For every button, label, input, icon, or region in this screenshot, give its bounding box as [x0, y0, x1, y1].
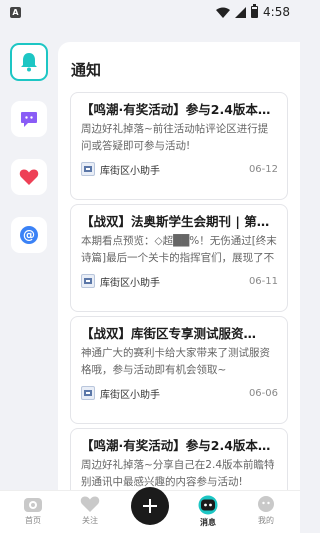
sidebar-item-messages[interactable]: [11, 101, 47, 137]
sidebar-item-likes[interactable]: [11, 159, 47, 195]
signal-icon: [235, 6, 247, 18]
notification-card[interactable]: 【战双】库街区专享测试服资… 神通广大的赛利卡给大家带来了测试服资格哦，参与活动…: [70, 316, 288, 424]
card-author: 库街区小助手: [81, 274, 160, 289]
card-body: 神通广大的赛利卡给大家带来了测试服资格哦，参与活动即有机会领取~: [81, 347, 270, 376]
author-name: 库街区小助手: [100, 277, 160, 289]
sidebar-item-mentions[interactable]: @: [11, 217, 47, 253]
card-title: 【战双】库街区专享测试服资…: [81, 326, 257, 341]
notification-card[interactable]: 【鸣潮·有奖活动】参与2.4版本… 周边好礼掉落~分享自己在2.4版本前瞻特别通…: [70, 428, 288, 490]
status-time: 4:58: [263, 5, 290, 19]
chat-icon: [21, 111, 37, 127]
svg-text:@: @: [23, 228, 35, 242]
assistant-avatar-icon: [84, 390, 92, 396]
card-footer: 库街区小助手 06-12: [81, 161, 278, 177]
card-body: 周边好礼掉落~前往活动帖评论区进行提问或答疑即可参与活动!: [81, 123, 269, 152]
sidebar-item-notifications[interactable]: [10, 43, 48, 81]
notification-card[interactable]: 【战双】法奥斯学生会期刊 | 第… 本期看点预览：◇超██%！无伤通过[终末诗篇…: [70, 204, 288, 312]
notifications-panel: 通知 【鸣潮·有奖活动】参与2.4版本… 周边好礼掉落~前往活动帖评论区进行提问…: [58, 42, 300, 490]
author-name: 库街区小助手: [100, 165, 160, 177]
home-icon: [24, 498, 42, 512]
nav-label: 我的: [258, 516, 274, 525]
nav-label: 首页: [25, 516, 41, 525]
bell-icon: [21, 53, 37, 72]
card-body: 周边好礼掉落~分享自己在2.4版本前瞻特别通讯中最感兴趣的内容参与活动!: [81, 459, 275, 488]
status-right: 4:58: [216, 4, 290, 19]
card-date: 06-11: [248, 275, 278, 287]
avatar: [81, 274, 95, 288]
plus-icon: [143, 499, 157, 513]
card-author: 库街区小助手: [81, 162, 160, 177]
assistant-avatar-icon: [84, 166, 92, 172]
card-date: 06-12: [248, 163, 278, 175]
card-body: 本期看点预览：◇超██%！无伤通过[终末诗篇]最后一个关卡的指挥官们，展现了不可…: [81, 235, 277, 264]
card-title: 【鸣潮·有奖活动】参与2.4版本…: [81, 438, 271, 453]
wifi-icon: [216, 7, 231, 18]
nav-label: 关注: [82, 516, 98, 525]
page-title: 通知: [71, 61, 102, 79]
card-title: 【战双】法奥斯学生会期刊 | 第…: [81, 214, 270, 229]
card-author: 库街区小助手: [81, 386, 160, 401]
nav-follow[interactable]: 关注: [70, 495, 110, 531]
nav-home[interactable]: 首页: [13, 495, 53, 531]
heart-icon: [19, 169, 39, 185]
nav-messages[interactable]: 消息: [188, 495, 228, 531]
status-bar: A 4:58: [0, 0, 300, 24]
sim-icon: A: [10, 6, 21, 18]
status-left: A: [10, 6, 21, 18]
nav-profile[interactable]: 我的: [246, 495, 286, 531]
create-post-button[interactable]: [131, 487, 169, 525]
avatar: [81, 162, 95, 176]
battery-icon: [251, 4, 259, 18]
sidebar: @: [0, 24, 58, 490]
profile-icon: [258, 496, 274, 512]
assistant-avatar-icon: [84, 278, 92, 284]
avatar: [81, 386, 95, 400]
at-icon: @: [20, 226, 38, 244]
card-date: 06-06: [248, 387, 278, 399]
heart-icon: [80, 496, 100, 512]
message-icon: [198, 495, 218, 515]
card-title: 【鸣潮·有奖活动】参与2.4版本…: [81, 102, 271, 117]
card-footer: 库街区小助手 06-06: [81, 385, 278, 401]
author-name: 库街区小助手: [100, 389, 160, 401]
nav-label: 消息: [200, 518, 216, 527]
notification-card[interactable]: 【鸣潮·有奖活动】参与2.4版本… 周边好礼掉落~前往活动帖评论区进行提问或答疑…: [70, 92, 288, 200]
card-footer: 库街区小助手 06-11: [81, 273, 278, 289]
